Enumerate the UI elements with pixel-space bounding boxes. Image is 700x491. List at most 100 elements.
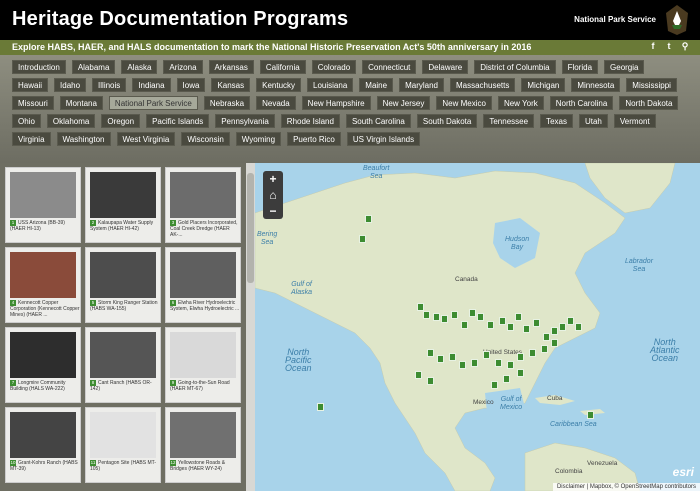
tab-delaware[interactable]: Delaware <box>422 60 469 74</box>
tab-california[interactable]: California <box>259 60 306 74</box>
tab-massachusetts[interactable]: Massachusetts <box>449 78 516 92</box>
nps-arrowhead-logo[interactable] <box>666 5 688 35</box>
tab-south-dakota[interactable]: South Dakota <box>416 114 478 128</box>
map-marker[interactable] <box>529 349 536 357</box>
tab-oregon[interactable]: Oregon <box>101 114 141 128</box>
tab-maryland[interactable]: Maryland <box>399 78 444 92</box>
tab-nevada[interactable]: Nevada <box>256 96 296 110</box>
tab-west-virginia[interactable]: West Virginia <box>116 132 176 146</box>
zoom-in-button[interactable]: + <box>263 171 283 187</box>
map-marker[interactable] <box>541 345 548 353</box>
tab-minnesota[interactable]: Minnesota <box>571 78 621 92</box>
tab-florida[interactable]: Florida <box>561 60 599 74</box>
tab-vermont[interactable]: Vermont <box>613 114 656 128</box>
tab-new-york[interactable]: New York <box>497 96 544 110</box>
story-card[interactable]: 3 Gold Placers Incorporated, Coal Creek D… <box>165 167 241 243</box>
tab-oklahoma[interactable]: Oklahoma <box>46 114 96 128</box>
tab-hawaii[interactable]: Hawaii <box>12 78 49 92</box>
story-card[interactable]: 9 Going-to-the-Sun Road (HAER MT-67) <box>165 327 241 403</box>
map-marker[interactable] <box>441 315 448 323</box>
map-marker[interactable] <box>517 353 524 361</box>
tab-idaho[interactable]: Idaho <box>54 78 87 92</box>
story-card[interactable]: 4 Kennecott Copper Corporation (Kennecott… <box>5 247 81 323</box>
tab-louisiana[interactable]: Louisiana <box>307 78 354 92</box>
tab-wyoming[interactable]: Wyoming <box>235 132 282 146</box>
map-marker[interactable] <box>451 311 458 319</box>
tab-national-park-service[interactable]: National Park Service <box>108 96 198 110</box>
map-marker[interactable] <box>477 313 484 321</box>
tab-tennessee[interactable]: Tennessee <box>483 114 535 128</box>
map-marker[interactable] <box>365 215 372 223</box>
tab-new-hampshire[interactable]: New Hampshire <box>301 96 371 110</box>
map-marker[interactable] <box>417 303 424 311</box>
tab-new-mexico[interactable]: New Mexico <box>436 96 492 110</box>
map-marker[interactable] <box>427 349 434 357</box>
map-marker[interactable] <box>551 339 558 347</box>
tab-utah[interactable]: Utah <box>578 114 608 128</box>
map-marker[interactable] <box>533 319 540 327</box>
tab-arizona[interactable]: Arizona <box>163 60 203 74</box>
map-marker[interactable] <box>507 323 514 331</box>
map-marker[interactable] <box>587 411 594 419</box>
story-card[interactable]: 5 Storm King Ranger Station (HABS WA-155) <box>85 247 161 323</box>
tab-alaska[interactable]: Alaska <box>121 60 158 74</box>
tab-wisconsin[interactable]: Wisconsin <box>181 132 230 146</box>
story-card[interactable]: 11 Pentagon Site (HABS MT-105) <box>85 407 161 483</box>
tab-pennsylvania[interactable]: Pennsylvania <box>215 114 275 128</box>
tab-north-dakota[interactable]: North Dakota <box>619 96 679 110</box>
map-marker[interactable] <box>567 317 574 325</box>
map-marker[interactable] <box>487 321 494 329</box>
tab-introduction[interactable]: Introduction <box>12 60 66 74</box>
map-marker[interactable] <box>517 369 524 377</box>
story-card[interactable]: 8 Cant Ranch (HABS OR-142) <box>85 327 161 403</box>
map-marker[interactable] <box>483 351 490 359</box>
facebook-icon[interactable]: f <box>648 41 658 52</box>
map-marker[interactable] <box>423 311 430 319</box>
map-marker[interactable] <box>499 317 506 325</box>
map-marker[interactable] <box>433 313 440 321</box>
home-button[interactable]: ⌂ <box>263 187 283 203</box>
tab-iowa[interactable]: Iowa <box>176 78 206 92</box>
tab-michigan[interactable]: Michigan <box>521 78 566 92</box>
zoom-out-button[interactable]: − <box>263 203 283 219</box>
map-marker[interactable] <box>469 309 476 317</box>
map-attribution[interactable]: Disclaimer | Mapbox, © OpenStreetMap con… <box>552 483 700 491</box>
map-marker[interactable] <box>471 359 478 367</box>
tab-kansas[interactable]: Kansas <box>211 78 251 92</box>
tab-mississippi[interactable]: Mississippi <box>626 78 677 92</box>
story-card[interactable]: 6 Elwha River Hydroelectric System, Elwha… <box>165 247 241 323</box>
tab-puerto-rico[interactable]: Puerto Rico <box>287 132 341 146</box>
story-card[interactable]: 1 USS Arizona (BB-39) (HAER HI-13) <box>5 167 81 243</box>
tab-us-virgin-islands[interactable]: US Virgin Islands <box>346 132 421 146</box>
map-marker[interactable] <box>515 313 522 321</box>
tab-kentucky[interactable]: Kentucky <box>256 78 302 92</box>
map-marker[interactable] <box>491 381 498 389</box>
story-card[interactable]: 12 Yellowstone Roads & Bridges (HAER WY-2… <box>165 407 241 483</box>
map-marker[interactable] <box>507 361 514 369</box>
twitter-icon[interactable]: t <box>664 41 674 52</box>
map-marker[interactable] <box>551 327 558 335</box>
map-marker[interactable] <box>359 235 366 243</box>
story-card[interactable]: 2 Kalaupapa Water Supply System (HAER HI-… <box>85 167 161 243</box>
link-icon[interactable]: ⚲ <box>680 41 690 52</box>
tab-district-of-columbia[interactable]: District of Columbia <box>474 60 556 74</box>
tab-arkansas[interactable]: Arkansas <box>208 60 254 74</box>
map-marker[interactable] <box>437 355 444 363</box>
tab-virginia[interactable]: Virginia <box>12 132 51 146</box>
tab-maine[interactable]: Maine <box>359 78 394 92</box>
story-card[interactable]: 7 Longmire Community Building (HALS WA-22… <box>5 327 81 403</box>
scrollbar-thumb[interactable] <box>247 173 254 283</box>
tab-connecticut[interactable]: Connecticut <box>362 60 417 74</box>
map-marker[interactable] <box>559 323 566 331</box>
tab-montana[interactable]: Montana <box>59 96 103 110</box>
map-marker[interactable] <box>461 321 468 329</box>
map-marker[interactable] <box>575 323 582 331</box>
tab-south-carolina[interactable]: South Carolina <box>345 114 411 128</box>
tab-nebraska[interactable]: Nebraska <box>203 96 251 110</box>
map-marker[interactable] <box>449 353 456 361</box>
map-view[interactable]: + ⌂ − Beaufort Sea Bering Sea Gulf of Alask… <box>255 163 700 491</box>
map-marker[interactable] <box>543 333 550 341</box>
tab-missouri[interactable]: Missouri <box>12 96 54 110</box>
tab-ohio[interactable]: Ohio <box>12 114 41 128</box>
tab-georgia[interactable]: Georgia <box>604 60 645 74</box>
